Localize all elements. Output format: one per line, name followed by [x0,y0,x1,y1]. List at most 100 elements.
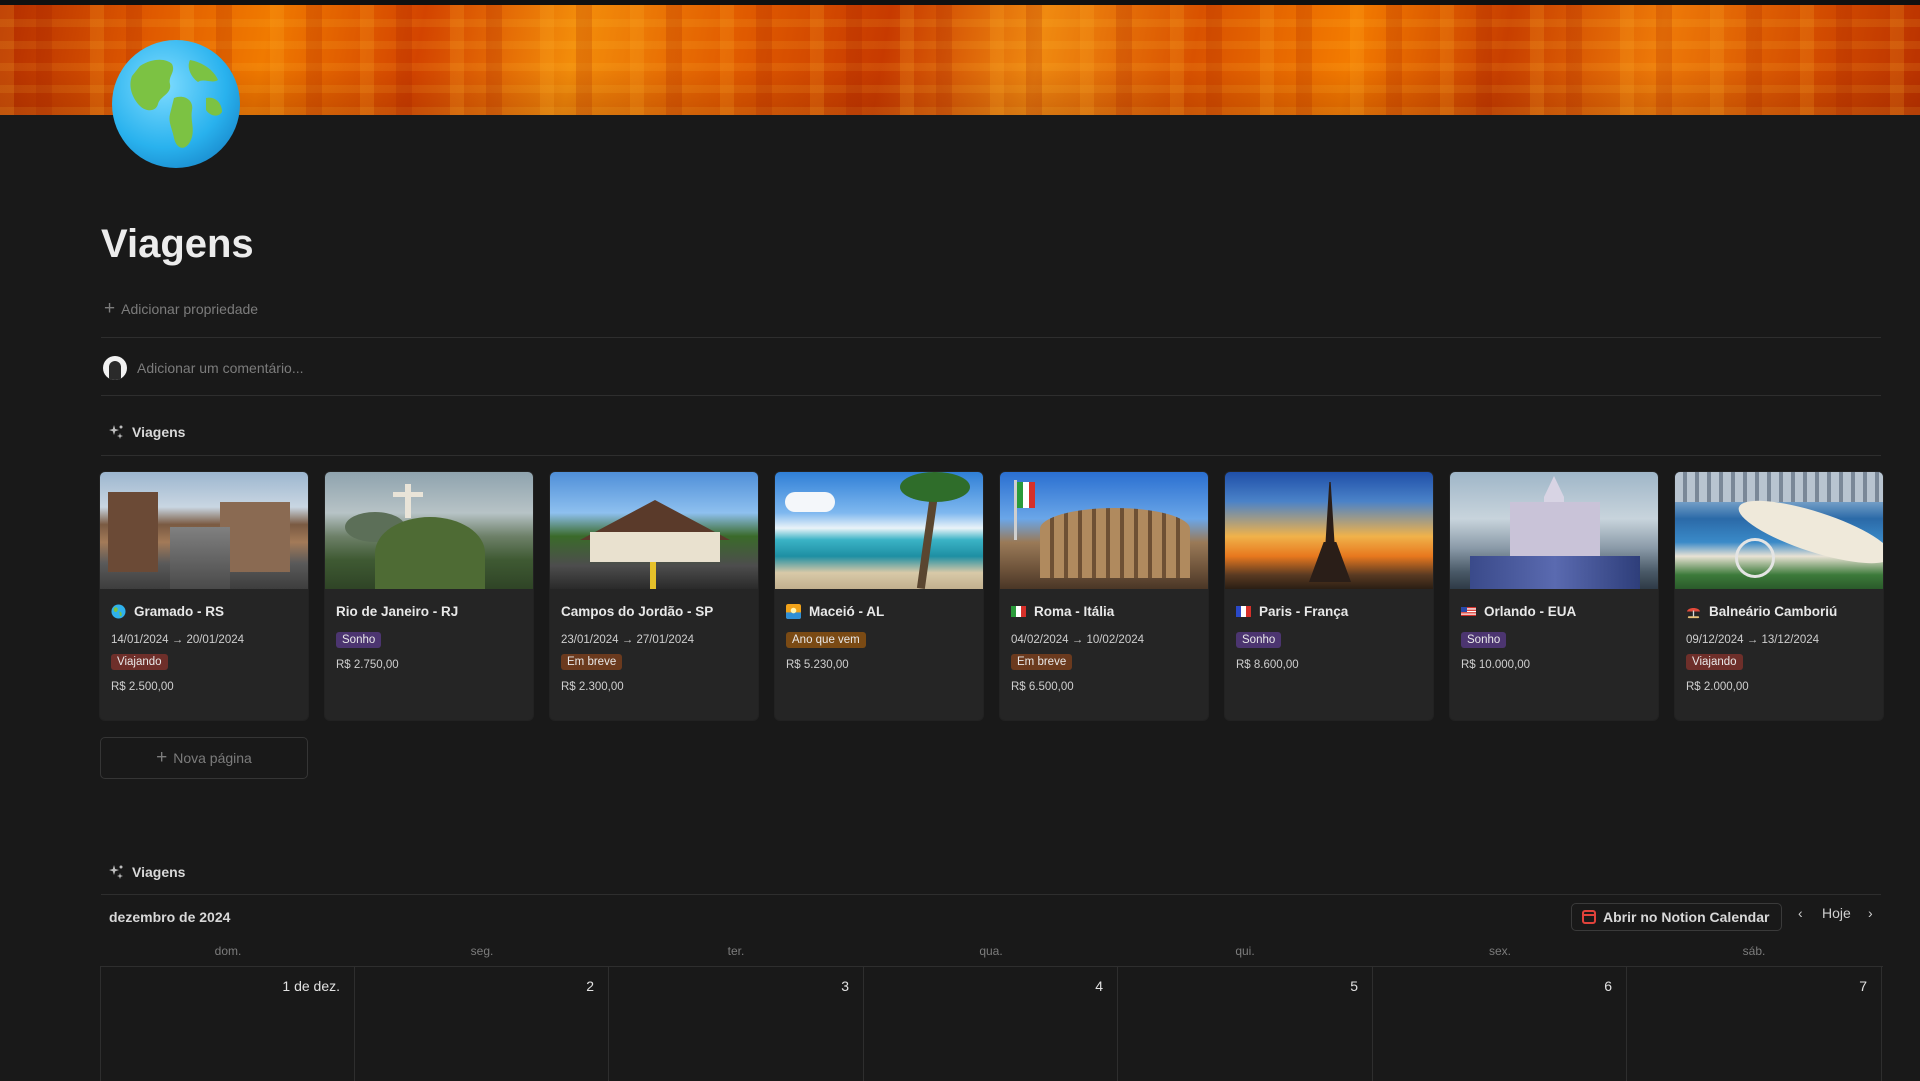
gallery-card[interactable]: Balneário Camboriú 09/12/2024 → 13/12/20… [1675,472,1883,720]
card-title: Rio de Janeiro - RJ [336,603,459,619]
status-badge: Em breve [561,654,623,670]
calendar-month: dezembro de 2024 [109,909,231,925]
status-badge: Em breve [1011,654,1073,670]
avatar [103,356,127,380]
card-price: R$ 6.500,00 [1011,681,1074,693]
plus-icon: + [104,298,116,319]
card-title: Gramado - RS [111,601,297,621]
open-notion-calendar-label: Abrir no Notion Calendar [1603,909,1770,925]
gallery-heading-label: Viagens [132,424,186,440]
calendar-day-number: 3 [841,978,849,994]
page-cover[interactable] [0,5,1920,115]
gallery-view: Gramado - RS 14/01/2024 → 20/01/2024 Via… [100,472,1883,720]
card-price: R$ 2.750,00 [336,659,399,671]
gramado-street-image [100,472,308,589]
weekday-label: ter. [727,944,745,958]
calendar-heading-label: Viagens [132,864,186,880]
status-badge: Viajando [1686,654,1743,670]
france-flag-icon [1236,605,1251,617]
card-price: R$ 10.000,00 [1461,659,1531,671]
globe-icon [111,603,126,619]
card-date: 09/12/2024 → 13/12/2024 [1686,634,1820,646]
calendar-day-cell[interactable]: 1 de dez. [101,967,355,1081]
beach-umbrella-icon [1686,607,1701,618]
status-badge: Sonho [1236,632,1282,648]
maceio-beach-image [775,472,983,589]
calendar-day-number: 5 [1350,978,1358,994]
card-date: 04/02/2024 → 10/02/2024 [1011,634,1145,646]
card-price: R$ 8.600,00 [1236,659,1299,671]
calendar-day-cell[interactable]: 6 [1373,967,1627,1081]
gallery-card[interactable]: Orlando - EUA Sonho R$ 10.000,00 [1450,472,1658,720]
card-date: 23/01/2024 → 27/01/2024 [561,634,695,646]
calendar-day-number: 7 [1859,978,1867,994]
new-page-label: Nova página [173,750,252,766]
sparkle-icon [109,865,123,879]
calendar-heading[interactable]: Viagens [108,864,185,880]
disney-castle-image [1450,472,1658,589]
page-title[interactable]: Viagens [101,222,254,267]
weekday-label: dom. [214,944,242,958]
calendar-day-cell[interactable]: 2 [355,967,609,1081]
italy-flag-icon [1011,605,1026,617]
prev-month-button[interactable]: ‹ [1798,905,1803,921]
weekday-label: qui. [1235,944,1255,958]
comment-input[interactable]: Adicionar um comentário... [137,360,304,376]
card-title: Campos do Jordão - SP [561,603,714,619]
calendar-day-number: 6 [1604,978,1612,994]
card-date: 14/01/2024 → 20/01/2024 [111,634,245,646]
divider [101,894,1881,895]
card-price: R$ 2.300,00 [561,681,624,693]
add-property-label: Adicionar propriedade [121,301,259,317]
gallery-card[interactable]: Rio de Janeiro - RJ Sonho R$ 2.750,00 [325,472,533,720]
globe-icon[interactable] [110,38,242,170]
card-title: Orlando - EUA [1461,601,1647,621]
gallery-card[interactable]: Campos do Jordão - SP 23/01/2024 → 27/01… [550,472,758,720]
christ-redeemer-image [325,472,533,589]
sparkle-icon [109,425,123,439]
calendar-day-number: 4 [1095,978,1103,994]
calendar-day-number: 2 [586,978,594,994]
card-price: R$ 5.230,00 [786,659,849,671]
calendar-day-cell[interactable]: 5 [1119,967,1373,1081]
calendar-day-cell[interactable]: 7 [1628,967,1882,1081]
status-badge: Viajando [111,654,168,670]
status-badge: Sonho [1461,632,1507,648]
add-property-button[interactable]: + Adicionar propriedade [104,298,259,319]
eiffel-tower-image [1225,472,1433,589]
card-title: Paris - França [1236,601,1422,621]
card-title: Maceió - AL [786,601,972,621]
card-title: Balneário Camboriú [1686,601,1872,621]
card-price: R$ 2.000,00 [1686,681,1749,693]
next-month-button[interactable]: › [1868,905,1873,921]
calendar-icon [1582,910,1596,924]
comment-box[interactable]: Adicionar um comentário... [103,356,304,380]
beach-flag-icon [786,603,801,619]
calendar-day-cell[interactable]: 4 [864,967,1118,1081]
today-button[interactable]: Hoje [1822,905,1851,921]
campos-portal-image [550,472,758,589]
gallery-heading[interactable]: Viagens [108,424,185,440]
open-notion-calendar-button[interactable]: Abrir no Notion Calendar [1571,903,1783,931]
colosseum-image [1000,472,1208,589]
gallery-card[interactable]: Maceió - AL Ano que vem R$ 5.230,00 [775,472,983,720]
calendar-day-cell[interactable]: 3 [610,967,864,1081]
divider [101,337,1881,338]
weekday-label: seg. [470,944,494,958]
card-price: R$ 2.500,00 [111,681,174,693]
status-badge: Sonho [336,632,382,648]
status-badge: Ano que vem [786,632,866,648]
weekday-label: sáb. [1742,944,1766,958]
card-title: Roma - Itália [1011,601,1197,621]
new-page-button[interactable]: + Nova página [100,737,308,779]
usa-flag-icon [1461,606,1476,616]
calendar-grid: 1 de dez. 2 3 4 5 6 7 [100,966,1883,1081]
gallery-card[interactable]: Paris - França Sonho R$ 8.600,00 [1225,472,1433,720]
weekday-label: sex. [1488,944,1511,958]
calendar-day-number: 1 de dez. [282,978,340,994]
gallery-card[interactable]: Gramado - RS 14/01/2024 → 20/01/2024 Via… [100,472,308,720]
gallery-card[interactable]: Roma - Itália 04/02/2024 → 10/02/2024 Em… [1000,472,1208,720]
camboriu-coast-image [1675,472,1883,589]
plus-icon: + [156,747,168,768]
weekday-label: qua. [979,944,1003,958]
